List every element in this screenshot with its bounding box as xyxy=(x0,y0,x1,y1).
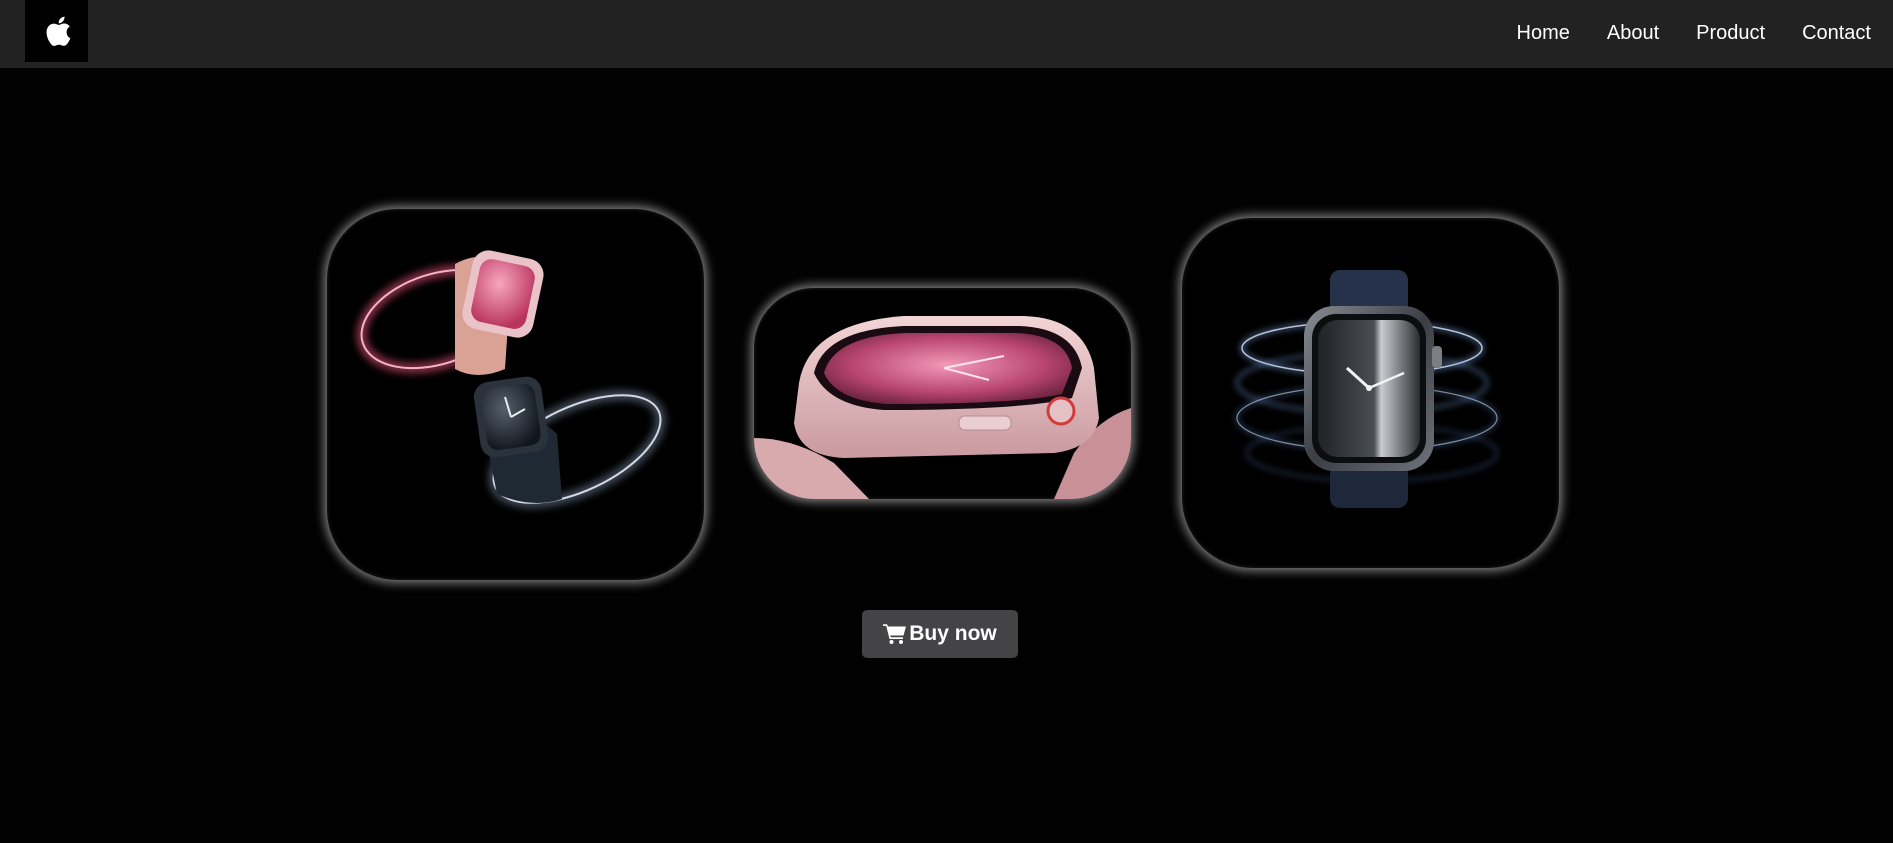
watch-closeup-image xyxy=(754,316,1131,499)
watch-pair-image xyxy=(356,250,666,508)
buy-now-button[interactable]: Buy now xyxy=(862,610,1018,658)
watch-graphite-image xyxy=(1234,270,1500,508)
nav-link-home[interactable]: Home xyxy=(1517,22,1570,45)
product-card-watch-pair[interactable] xyxy=(327,209,704,580)
product-card-watch-closeup[interactable] xyxy=(754,288,1131,499)
navbar: Home About Product Contact xyxy=(0,0,1893,68)
nav-link-contact[interactable]: Contact xyxy=(1802,22,1871,45)
nav-link-product[interactable]: Product xyxy=(1696,22,1765,45)
nav-link-about[interactable]: About xyxy=(1607,22,1659,45)
nav-links: Home About Product Contact xyxy=(1480,0,1872,66)
product-card-watch-graphite[interactable] xyxy=(1182,218,1559,568)
apple-logo-icon[interactable] xyxy=(25,0,88,62)
cart-icon xyxy=(883,624,907,644)
buy-now-label: Buy now xyxy=(909,622,997,645)
